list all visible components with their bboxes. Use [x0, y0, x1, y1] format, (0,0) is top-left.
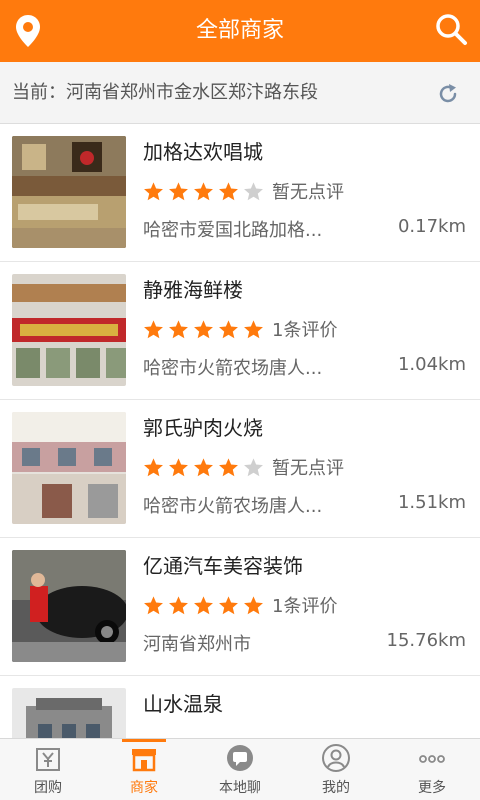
profile-icon — [322, 744, 350, 772]
star-icon — [144, 595, 163, 614]
review-count: 暂无点评 — [272, 182, 344, 203]
merchant-address: 哈密市爱国北路加格... — [143, 220, 323, 241]
tab-group-buy[interactable]: 团购 — [0, 739, 96, 800]
rating-stars: 暂无点评 — [143, 455, 344, 479]
merchant-item[interactable]: 静雅海鲜楼 1条评价 哈密市火箭农场唐人... 1.04km — [0, 262, 480, 400]
star-icon — [144, 319, 163, 338]
star-icon — [169, 595, 188, 614]
merchant-distance: 1.04km — [397, 354, 466, 375]
active-tab-indicator — [122, 739, 166, 742]
star-icon — [219, 181, 238, 200]
tab-shop[interactable]: 商家 — [96, 739, 192, 800]
merchant-thumbnail — [12, 274, 126, 386]
more-icon — [419, 755, 445, 763]
page-title: 全部商家 — [195, 18, 284, 43]
star-icon — [144, 457, 163, 476]
rating-stars: 暂无点评 — [143, 179, 344, 203]
star-icon — [144, 181, 163, 200]
merchant-item[interactable]: 山水温泉 — [0, 676, 480, 738]
merchant-item[interactable]: 加格达欢唱城 暂无点评 哈密市爱国北路加格... 0.17km — [0, 124, 480, 262]
review-count: 暂无点评 — [272, 458, 344, 479]
chat-icon — [227, 745, 253, 771]
merchant-item[interactable]: 郭氏驴肉火烧 暂无点评 哈密市火箭农场唐人... 1.51km — [0, 400, 480, 538]
tab-more[interactable]: 更多 — [384, 739, 480, 800]
tab-label: 更多 — [418, 780, 446, 796]
shop-icon — [132, 749, 156, 772]
tab-local-chat[interactable]: 本地聊 — [192, 739, 288, 800]
refresh-icon[interactable] — [436, 82, 460, 106]
merchant-name: 山水温泉 — [143, 692, 223, 716]
star-icon — [244, 181, 263, 200]
merchant-thumbnail — [12, 412, 126, 524]
tab-label: 团购 — [34, 780, 62, 796]
merchant-list: 加格达欢唱城 暂无点评 哈密市爱国北路加格... 0.17km 静雅海鲜楼 1条… — [0, 124, 480, 738]
merchant-name: 加格达欢唱城 — [143, 140, 263, 164]
review-count: 1条评价 — [272, 596, 338, 617]
tab-label: 我的 — [322, 780, 350, 796]
merchant-item[interactable]: 亿通汽车美容装饰 1条评价 河南省郑州市 15.76km — [0, 538, 480, 676]
top-bar: 全部商家 — [0, 0, 480, 62]
merchant-distance: 1.51km — [397, 492, 466, 513]
merchant-distance: 0.17km — [397, 216, 466, 237]
merchant-distance: 15.76km — [386, 630, 467, 651]
star-icon — [169, 457, 188, 476]
current-location-bar: 当前：河南省郑州市金水区郑汴路东段 — [0, 62, 480, 124]
rating-stars: 1条评价 — [143, 317, 337, 341]
star-icon — [244, 595, 263, 614]
star-icon — [194, 319, 213, 338]
star-icon — [244, 319, 263, 338]
merchant-thumbnail — [12, 550, 126, 662]
star-icon — [219, 457, 238, 476]
star-icon — [219, 595, 238, 614]
bottom-tab-bar: 团购 商家 本地聊 我的 更多 — [0, 738, 480, 800]
merchant-name: 静雅海鲜楼 — [143, 278, 243, 302]
star-icon — [169, 181, 188, 200]
tab-label: 商家 — [130, 780, 158, 796]
review-count: 1条评价 — [272, 320, 338, 341]
star-icon — [219, 319, 238, 338]
merchant-name: 郭氏驴肉火烧 — [143, 416, 263, 440]
merchant-address: 河南省郑州市 — [143, 634, 251, 655]
merchant-name: 亿通汽车美容装饰 — [143, 554, 303, 578]
rating-stars: 1条评价 — [143, 593, 337, 617]
star-icon — [244, 457, 263, 476]
tab-label: 本地聊 — [219, 780, 261, 796]
merchant-address: 哈密市火箭农场唐人... — [143, 496, 323, 517]
star-icon — [194, 595, 213, 614]
search-icon[interactable] — [434, 12, 468, 46]
tab-mine[interactable]: 我的 — [288, 739, 384, 800]
star-icon — [194, 181, 213, 200]
merchant-thumbnail — [12, 136, 126, 248]
group-buy-icon — [36, 748, 60, 771]
merchant-thumbnail — [12, 688, 126, 738]
current-location-text: 当前：河南省郑州市金水区郑汴路东段 — [12, 82, 318, 103]
merchant-address: 哈密市火箭农场唐人... — [143, 358, 323, 379]
star-icon — [194, 457, 213, 476]
star-icon — [169, 319, 188, 338]
